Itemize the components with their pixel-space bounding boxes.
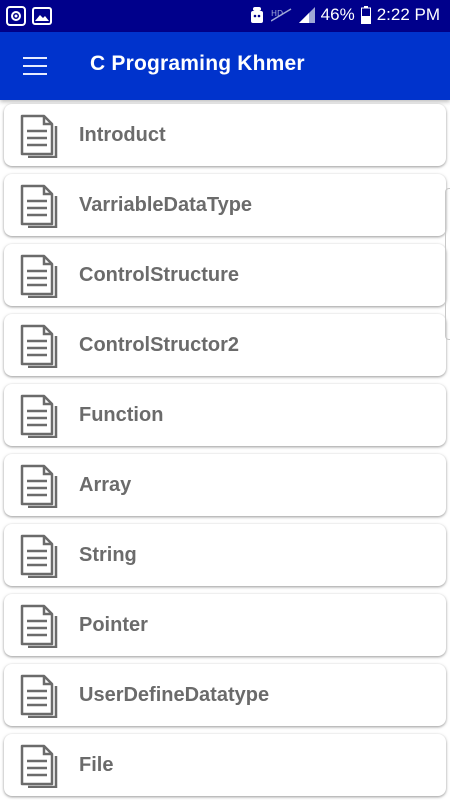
- document-icon: [20, 324, 58, 368]
- signal-icon: [298, 7, 315, 23]
- scrollbar[interactable]: [445, 188, 450, 340]
- document-icon: [20, 394, 58, 438]
- image-icon: [32, 7, 52, 25]
- app-bar: C Programing Khmer: [0, 32, 450, 100]
- list-item-pointer[interactable]: Pointer: [4, 594, 446, 656]
- list-item-varriabledatatype[interactable]: VarriableDataType: [4, 174, 446, 236]
- document-icon: [20, 254, 58, 298]
- document-icon: [20, 744, 58, 788]
- list-item-controlstructure[interactable]: ControlStructure: [4, 244, 446, 306]
- document-icon: [20, 184, 58, 228]
- battery-icon: [360, 6, 371, 24]
- clock-time: 2:22 PM: [376, 5, 440, 24]
- list-item-label: UserDefineDatatype: [79, 684, 270, 706]
- list-item-function[interactable]: Function: [4, 384, 446, 446]
- document-icon: [20, 464, 58, 508]
- document-icon: [20, 604, 58, 648]
- document-icon: [20, 674, 58, 718]
- list-item-file[interactable]: File: [4, 734, 446, 796]
- list-item-label: Introduct: [79, 124, 166, 146]
- list-item-label: String: [79, 544, 137, 566]
- list-item-string[interactable]: String: [4, 524, 446, 586]
- list-item-label: Array: [79, 474, 132, 496]
- status-bar: HD 46% 2:22 PM: [0, 0, 450, 32]
- list-item-introduct[interactable]: Introduct: [4, 104, 446, 166]
- gallery-icon: [6, 6, 26, 26]
- document-icon: [20, 534, 58, 578]
- list-item-label: ControlStructor2: [79, 334, 239, 356]
- list-item-userdefinedatatype[interactable]: UserDefineDatatype: [4, 664, 446, 726]
- list-item-label: File: [79, 754, 114, 776]
- hamburger-menu-icon[interactable]: [20, 54, 50, 78]
- status-left-icons: [6, 6, 52, 26]
- list-item-label: Function: [79, 404, 164, 426]
- signal-off-icon: HD: [270, 8, 292, 22]
- list-item-array[interactable]: Array: [4, 454, 446, 516]
- battery-percent: 46%: [320, 5, 355, 24]
- android-icon: [250, 7, 263, 23]
- list-item-label: Pointer: [79, 614, 148, 636]
- list-item-label: ControlStructure: [79, 264, 239, 286]
- app-title: C Programing Khmer: [90, 52, 305, 75]
- list-item-controlstructor2[interactable]: ControlStructor2: [4, 314, 446, 376]
- list-item-label: VarriableDataType: [79, 194, 253, 216]
- status-right-icons: HD 46% 2:22 PM: [249, 5, 440, 25]
- document-icon: [20, 114, 58, 158]
